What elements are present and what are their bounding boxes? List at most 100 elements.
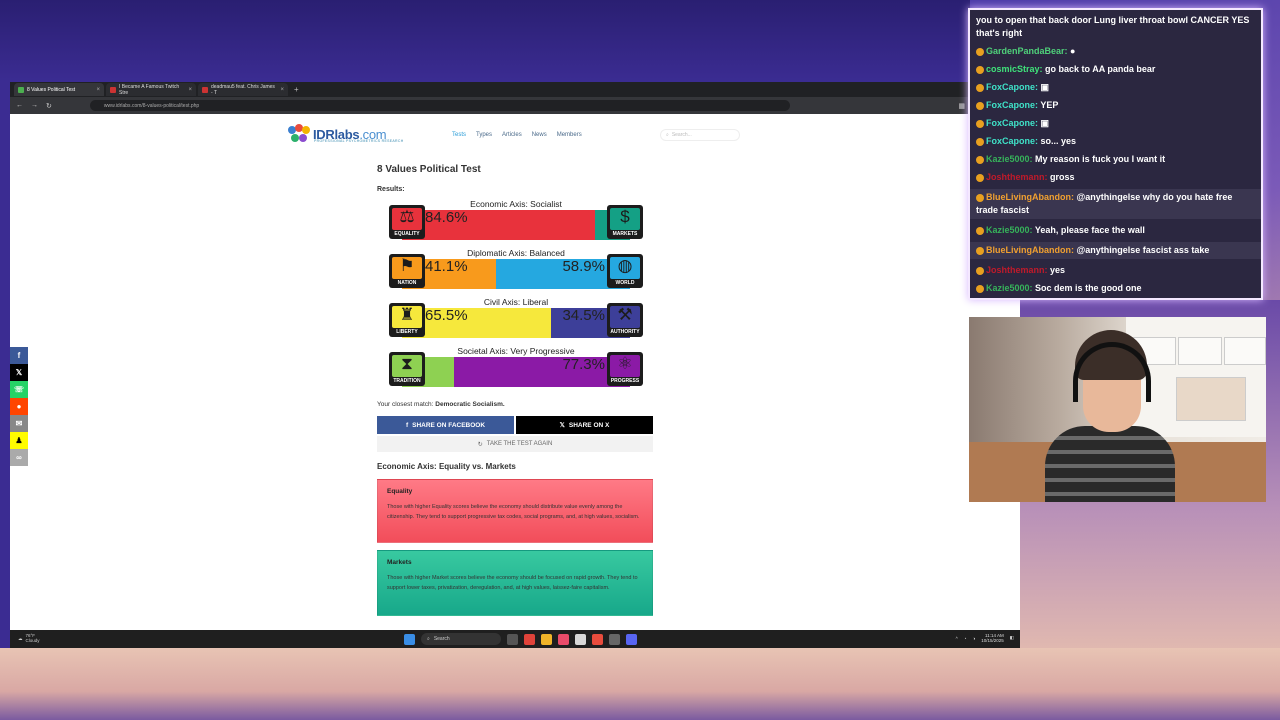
- chat-username[interactable]: FoxCapone:: [986, 82, 1038, 92]
- chat-username[interactable]: Kazie5000:: [986, 225, 1033, 235]
- cabinet-drawer: [1178, 337, 1222, 365]
- chat-text: My reason is fuck you I want it: [1035, 154, 1166, 164]
- chat-username[interactable]: FoxCapone:: [986, 136, 1038, 146]
- chat-username[interactable]: BlueLivingAbandon:: [986, 192, 1074, 202]
- chat-badge-icon: [976, 226, 984, 235]
- axis-left-percent: 41.1%: [425, 258, 468, 275]
- snapchat-icon[interactable]: ♟: [10, 432, 28, 449]
- stream-background-bottom: [0, 648, 1280, 720]
- discord-icon[interactable]: [626, 633, 637, 645]
- site-search-input[interactable]: ⌕ Search...: [660, 129, 740, 141]
- chat-username[interactable]: Kazie5000:: [986, 283, 1033, 293]
- wifi-icon[interactable]: ◔: [964, 636, 967, 641]
- tab-favicon: [202, 86, 208, 93]
- tab-8-values[interactable]: 8 Values Political Test ×: [14, 83, 104, 96]
- tab-close-icon[interactable]: ×: [96, 87, 100, 93]
- axis-right-icon-box: ⚛ PROGRESS: [607, 352, 643, 386]
- weather-widget[interactable]: ☁ 76°F Cloudy: [18, 633, 40, 644]
- new-tab-icon[interactable]: +: [294, 85, 299, 94]
- app-icon[interactable]: [524, 633, 535, 645]
- task-view-icon[interactable]: [507, 633, 518, 645]
- facebook-icon[interactable]: f: [10, 347, 28, 364]
- share-facebook-label: SHARE ON FACEBOOK: [412, 421, 486, 429]
- nav-tests[interactable]: Tests: [452, 132, 466, 138]
- nav-news[interactable]: News: [532, 132, 547, 138]
- take-test-again-button[interactable]: ↻ TAKE THE TEST AGAIN: [377, 436, 653, 452]
- app-icon[interactable]: [609, 633, 620, 645]
- site-nav: Tests Types Articles News Members: [452, 132, 582, 138]
- tab-close-icon[interactable]: ×: [188, 87, 192, 93]
- chat-text: Yeah, please face the wall: [1034, 225, 1145, 235]
- clock[interactable]: 11:14 AM 10/15/2025: [981, 633, 1004, 644]
- link-icon[interactable]: ∞: [10, 449, 28, 466]
- chat-username[interactable]: Kazie5000:: [986, 154, 1033, 164]
- chrome-icon[interactable]: [592, 633, 603, 645]
- dollar-icon: $: [620, 207, 630, 226]
- whatsapp-icon[interactable]: ☏: [10, 381, 28, 398]
- card-heading: Markets: [387, 559, 412, 566]
- url-field[interactable]: www.idrlabs.com/8-values-political/test.…: [89, 100, 790, 111]
- page-title: 8 Values Political Test: [377, 164, 481, 175]
- hourglass-icon: ⧗: [401, 354, 413, 373]
- tray-chevron-icon[interactable]: ^: [956, 636, 958, 641]
- extensions-icon[interactable]: ▦: [958, 102, 965, 110]
- chat-badge-icon: [976, 284, 984, 293]
- tab-close-icon[interactable]: ×: [280, 87, 284, 93]
- logo-tagline: PROFESSIONAL PSYCHOMETRICS RESEARCH: [314, 139, 404, 143]
- axis-right-icon-box: ◍ WORLD: [607, 254, 643, 288]
- chat-badge-icon: [976, 246, 984, 255]
- windows-start-icon[interactable]: [404, 633, 415, 645]
- chat-message: you to open that back door Lung liver th…: [976, 14, 1255, 40]
- chat-username[interactable]: FoxCapone:: [986, 100, 1038, 110]
- share-x-label: SHARE ON X: [568, 421, 610, 429]
- chat-username[interactable]: Joshthemann:: [986, 172, 1048, 182]
- nav-members[interactable]: Members: [557, 132, 582, 138]
- app-icon[interactable]: [558, 633, 569, 645]
- chat-message: FoxCapone: YEP: [976, 99, 1255, 112]
- atom-icon: ⚛: [617, 354, 633, 373]
- chat-username[interactable]: Joshthemann:: [986, 265, 1048, 275]
- chat-text: you to open that back door Lung liver th…: [976, 15, 1250, 38]
- chat-badge-icon: [976, 155, 984, 164]
- tab-youtube-1[interactable]: I Became A Famous Twitch Stre ×: [106, 83, 196, 96]
- address-bar: ← → ↻ www.idrlabs.com/8-values-political…: [10, 97, 1020, 114]
- search-placeholder: Search...: [671, 132, 692, 138]
- share-x-button[interactable]: 𝕏 SHARE ON X: [516, 416, 653, 434]
- stream-background-left: [0, 82, 10, 648]
- axis-left-percent: 65.5%: [425, 307, 468, 324]
- nav-articles[interactable]: Articles: [502, 132, 522, 138]
- chat-username[interactable]: cosmicStray:: [986, 64, 1043, 74]
- tab-label: deadmau5 feat. Chris James - T: [211, 83, 275, 96]
- chat-message: Kazie5000: My reason is fuck you I want …: [976, 153, 1255, 166]
- axis-right-label: AUTHORITY: [610, 329, 640, 335]
- flag-icon: ⚑: [399, 256, 415, 275]
- file-explorer-icon[interactable]: [541, 633, 552, 645]
- taskbar-search[interactable]: ⌕ Search: [421, 633, 501, 645]
- share-facebook-button[interactable]: f SHARE ON FACEBOOK: [377, 416, 514, 434]
- x-icon[interactable]: 𝕏: [10, 364, 28, 381]
- axis-right-percent: 77.3%: [562, 356, 605, 373]
- match-prefix: Your closest match:: [377, 401, 436, 408]
- tab-youtube-2[interactable]: deadmau5 feat. Chris James - T ×: [198, 83, 288, 96]
- reddit-icon[interactable]: ●: [10, 398, 28, 415]
- tab-favicon: [110, 86, 116, 93]
- forward-icon[interactable]: →: [31, 102, 38, 109]
- x-icon: 𝕏: [559, 422, 565, 429]
- back-icon[interactable]: ←: [16, 102, 23, 109]
- axis-result: Diplomatic Axis: Balanced 41.1% 58.9% ⚑ …: [389, 248, 643, 297]
- equality-card: Equality Those with higher Equality scor…: [377, 479, 653, 543]
- chat-message: GardenPandaBear: ●: [976, 45, 1255, 58]
- email-icon[interactable]: ✉: [10, 415, 28, 432]
- chat-username[interactable]: GardenPandaBear:: [986, 46, 1068, 56]
- notification-icon[interactable]: ◧: [1010, 635, 1014, 641]
- axis-left-icon-box: ⚖ EQUALITY: [389, 205, 425, 239]
- nav-types[interactable]: Types: [476, 132, 492, 138]
- volume-icon[interactable]: ◑: [972, 636, 975, 641]
- reload-icon[interactable]: ↻: [46, 102, 52, 110]
- chat-message: Joshthemann: yes: [976, 264, 1255, 277]
- chat-username[interactable]: BlueLivingAbandon:: [986, 245, 1074, 255]
- chat-text: @anythingelse fascist ass take: [1076, 245, 1210, 255]
- app-icon[interactable]: [575, 633, 586, 645]
- chat-username[interactable]: FoxCapone:: [986, 118, 1038, 128]
- chat-message: Kazie5000: Yeah, please face the wall: [976, 224, 1255, 237]
